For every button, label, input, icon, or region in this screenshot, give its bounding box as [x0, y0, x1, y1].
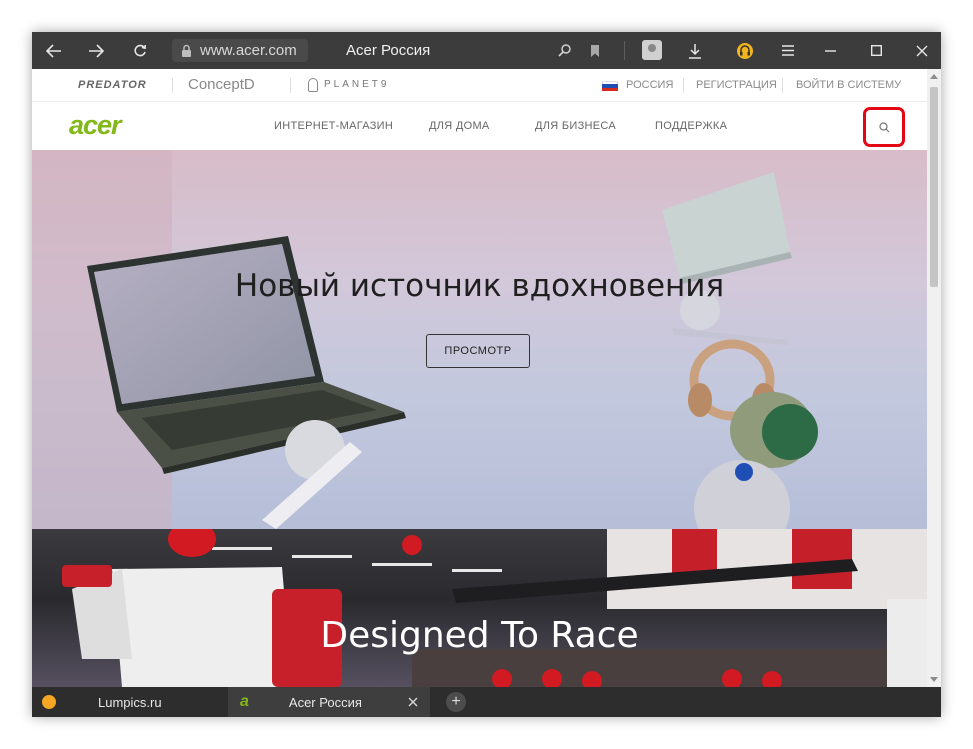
race-banner[interactable]: Designed To Race: [32, 529, 927, 687]
lock-icon: [172, 44, 200, 57]
tab-acer[interactable]: a Acer Россия: [228, 687, 430, 717]
predator-brand-link[interactable]: PREDATOR: [78, 69, 147, 101]
search-key-icon: [558, 43, 571, 57]
url-text: www.acer.com: [200, 42, 297, 59]
toolbar-divider: [624, 41, 625, 60]
minimize-button[interactable]: [818, 32, 842, 69]
acer-logo[interactable]: acer: [69, 110, 122, 141]
page-title: Acer Россия: [346, 42, 431, 59]
race-banner-title: Designed To Race: [320, 615, 639, 656]
register-link[interactable]: РЕГИСТРАЦИЯ: [696, 69, 777, 101]
planet9-brand-link[interactable]: PLANET9: [324, 69, 389, 101]
nav-item-support[interactable]: ПОДДЕРЖКА: [655, 102, 727, 150]
scroll-down-arrow-icon[interactable]: [930, 677, 938, 682]
nav-item-shop[interactable]: ИНТЕРНЕТ-МАГАЗИН: [274, 102, 393, 150]
tab-lumpics[interactable]: Lumpics.ru: [32, 687, 228, 717]
arrow-left-icon: [46, 43, 61, 58]
nav-item-home[interactable]: ДЛЯ ДОМА: [429, 102, 490, 150]
tab-label: Acer Россия: [288, 694, 362, 710]
orange-circle-favicon-icon: [42, 695, 56, 709]
back-button[interactable]: [40, 32, 68, 69]
headphones-extension-icon: [737, 42, 753, 59]
hero-title: Новый источник вдохновения: [234, 268, 725, 304]
download-icon: [689, 43, 701, 59]
profile-avatar[interactable]: [642, 40, 662, 60]
address-bar[interactable]: www.acer.com: [172, 39, 308, 62]
forward-button[interactable]: [82, 32, 110, 69]
minimize-icon: [824, 49, 836, 52]
topnav-separator: [683, 78, 684, 93]
page-scrollbar[interactable]: [927, 69, 941, 687]
page-search-button[interactable]: [552, 32, 578, 69]
planet9-logo-icon: [308, 78, 318, 92]
region-link[interactable]: РОССИЯ: [626, 69, 673, 101]
scrollbar-thumb[interactable]: [930, 87, 938, 287]
maximize-button[interactable]: [864, 32, 888, 69]
main-navigation: acer ИНТЕРНЕТ-МАГАЗИН ДЛЯ ДОМА ДЛЯ БИЗНЕ…: [32, 102, 927, 150]
browser-window: www.acer.com Acer Россия PREDATOR Concep…: [32, 32, 941, 717]
topnav-separator: [782, 78, 783, 93]
close-icon: [916, 45, 928, 56]
scroll-up-arrow-icon[interactable]: [930, 74, 938, 79]
brand-strip: PREDATOR ConceptD PLANET9 РОССИЯ РЕГИСТР…: [32, 69, 927, 102]
brand-separator: [172, 78, 173, 93]
downloads-button[interactable]: [682, 32, 708, 69]
bookmark-button[interactable]: [584, 32, 606, 69]
arrow-right-icon: [89, 43, 104, 58]
close-tab-icon[interactable]: [408, 695, 418, 710]
brand-separator: [290, 78, 291, 93]
tab-label: Lumpics.ru: [98, 694, 162, 710]
acer-favicon-icon: a: [240, 693, 249, 710]
conceptd-brand-link[interactable]: ConceptD: [188, 69, 255, 101]
close-window-button[interactable]: [910, 32, 934, 69]
site-search-button[interactable]: [863, 107, 905, 147]
menu-button[interactable]: [776, 32, 800, 69]
new-tab-button[interactable]: +: [446, 692, 466, 712]
hamburger-menu-icon: [782, 45, 794, 56]
bookmark-icon: [591, 44, 599, 57]
reload-icon: [134, 44, 146, 56]
page-viewport: PREDATOR ConceptD PLANET9 РОССИЯ РЕГИСТР…: [32, 69, 927, 687]
hero-view-button[interactable]: ПРОСМОТР: [426, 334, 530, 368]
nav-item-business[interactable]: ДЛЯ БИЗНЕСА: [535, 102, 616, 150]
maximize-icon: [870, 45, 882, 56]
reload-button[interactable]: [126, 32, 154, 69]
browser-toolbar: www.acer.com Acer Россия: [32, 32, 941, 69]
login-link[interactable]: ВОЙТИ В СИСТЕМУ: [796, 69, 901, 101]
race-pit-photo: [62, 529, 927, 687]
russia-flag-icon: [602, 81, 618, 91]
extension-button[interactable]: [732, 32, 758, 69]
tab-bar: Lumpics.ru a Acer Россия +: [32, 687, 941, 717]
hero-banner[interactable]: Новый источник вдохновения ПРОСМОТР: [32, 150, 927, 529]
search-icon: [878, 121, 889, 132]
plus-icon: +: [451, 693, 461, 710]
